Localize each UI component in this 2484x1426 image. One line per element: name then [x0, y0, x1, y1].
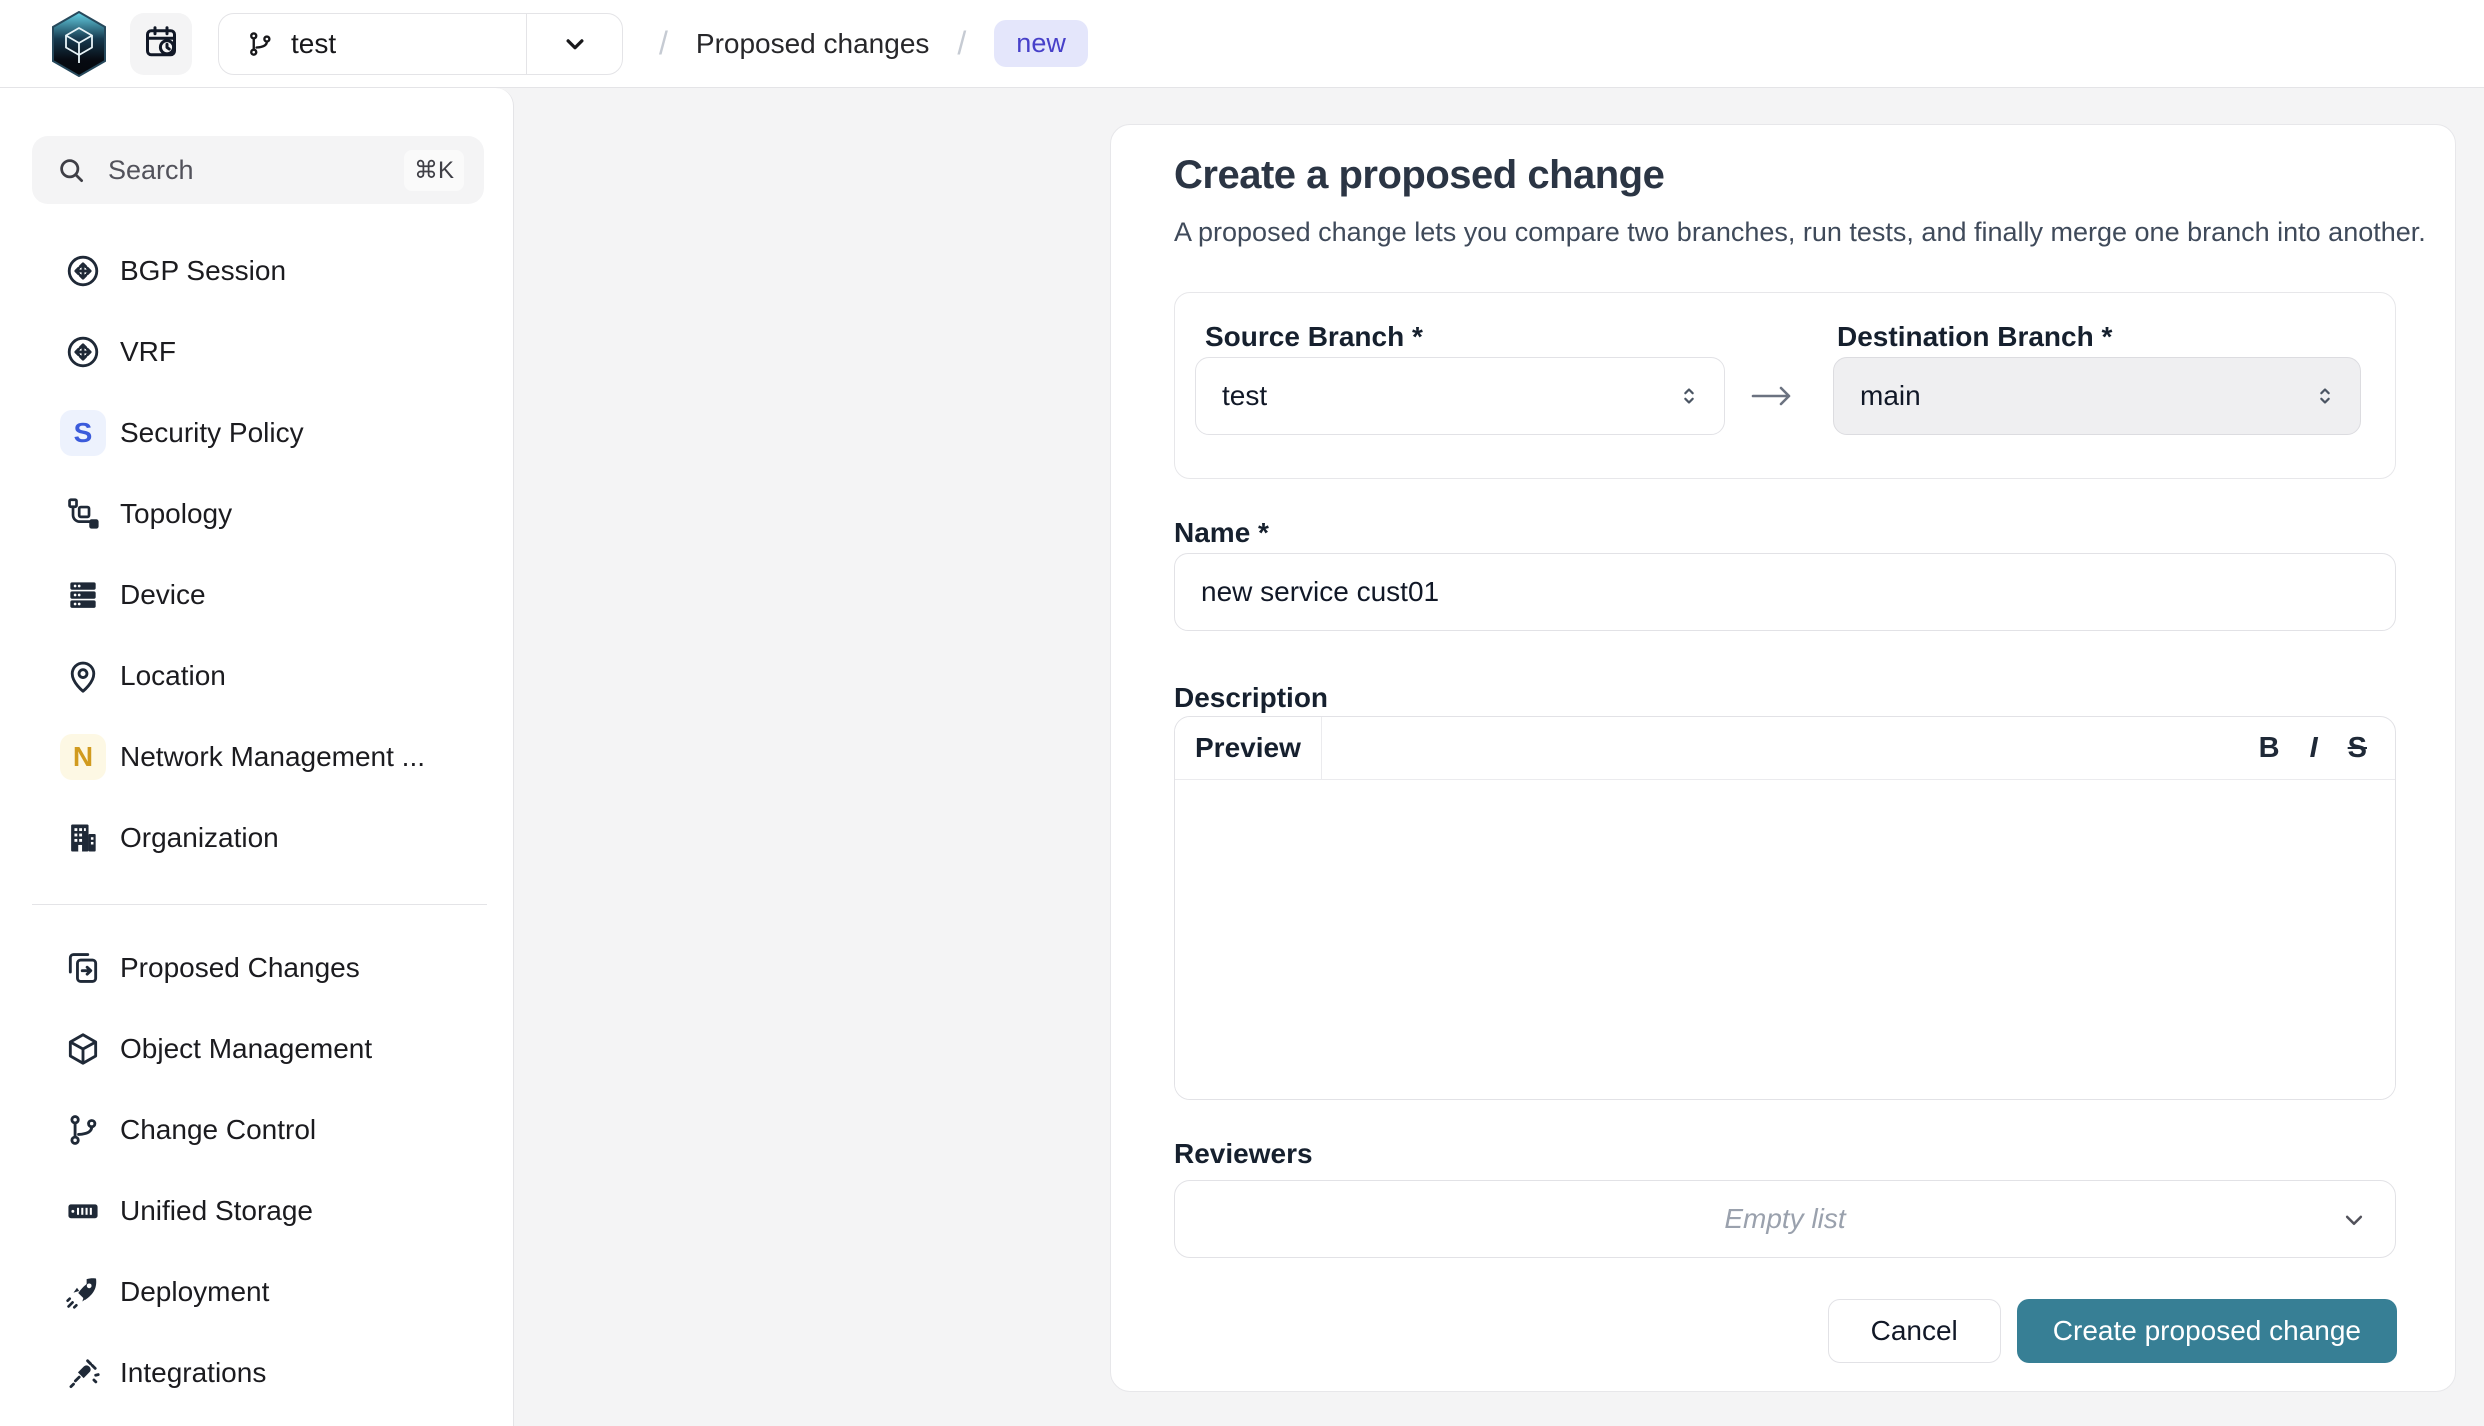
topology-icon — [60, 495, 106, 533]
italic-icon[interactable]: I — [2310, 732, 2318, 765]
form-actions: Cancel Create proposed change — [1828, 1299, 2397, 1363]
sidebar-item-label: BGP Session — [120, 255, 286, 287]
description-toolbar: Preview B I S — [1175, 717, 2395, 780]
cancel-button[interactable]: Cancel — [1828, 1299, 2001, 1363]
app-window: test / Proposed changes / new Search ⌘K — [0, 0, 2484, 1426]
sidebar-item-label: Deployment — [120, 1276, 269, 1308]
branch-name: test — [291, 28, 336, 60]
sidebar-item-label: Topology — [120, 498, 232, 530]
sidebar-item-bgp-session[interactable]: BGP Session — [0, 230, 513, 311]
rocket-icon — [60, 1273, 106, 1311]
destination-branch-select[interactable]: main — [1833, 357, 2361, 435]
sidebar-item-label: Object Management — [120, 1033, 372, 1065]
sidebar-item-device[interactable]: Device — [0, 554, 513, 635]
name-input[interactable] — [1174, 553, 2396, 631]
letter-badge-icon: N — [60, 734, 106, 780]
name-label: Name * — [1174, 517, 1269, 549]
sidebar-item-label: Unified Storage — [120, 1195, 313, 1227]
sidebar-item-label: Change Control — [120, 1114, 316, 1146]
sidebar-item-unified-storage[interactable]: Unified Storage — [0, 1170, 513, 1251]
merge-direction-arrow-icon — [1747, 381, 1797, 411]
route-circle-icon — [60, 252, 106, 290]
branch-selector-dropdown[interactable] — [526, 14, 622, 74]
sidebar-item-label: Organization — [120, 822, 279, 854]
letter-badge-icon: S — [60, 410, 106, 456]
plug-icon — [60, 1354, 106, 1392]
calendar-clock-icon — [143, 24, 179, 63]
map-pin-icon — [60, 657, 106, 695]
search-icon — [56, 155, 86, 185]
git-branch-icon — [245, 29, 275, 59]
breadcrumb-current-badge: new — [994, 20, 1088, 67]
breadcrumb-separator: / — [659, 25, 668, 62]
sidebar-item-network-management[interactable]: N Network Management ... — [0, 716, 513, 797]
sidebar-item-label: Integrations — [120, 1357, 266, 1389]
sidebar-item-label: VRF — [120, 336, 176, 368]
cube-icon — [60, 1030, 106, 1068]
sidebar-item-integrations[interactable]: Integrations — [0, 1332, 513, 1413]
sidebar-item-location[interactable]: Location — [0, 635, 513, 716]
reviewers-placeholder: Empty list — [1724, 1203, 1845, 1235]
description-label: Description — [1174, 682, 1328, 714]
sidebar-item-deployment[interactable]: Deployment — [0, 1251, 513, 1332]
destination-branch-label: Destination Branch * — [1837, 321, 2112, 353]
description-textarea[interactable] — [1175, 780, 2395, 1100]
chevron-down-icon — [2339, 1205, 2369, 1235]
page-title: Create a proposed change — [1174, 153, 1664, 198]
search-placeholder: Search — [108, 155, 404, 186]
search-shortcut: ⌘K — [404, 150, 464, 191]
top-bar: test / Proposed changes / new — [0, 0, 2484, 88]
sidebar-app-nav: Proposed Changes Object Management — [0, 927, 513, 1413]
sidebar-item-object-management[interactable]: Object Management — [0, 1008, 513, 1089]
route-circle-icon — [60, 333, 106, 371]
breadcrumb: / Proposed changes / new — [659, 20, 1088, 67]
sidebar-item-topology[interactable]: Topology — [0, 473, 513, 554]
sidebar-item-proposed-changes[interactable]: Proposed Changes — [0, 927, 513, 1008]
create-proposed-change-button[interactable]: Create proposed change — [2017, 1299, 2397, 1363]
branch-pair-box: Source Branch * test Destination Branch … — [1174, 292, 2396, 479]
sidebar-item-label: Location — [120, 660, 226, 692]
page-subtitle: A proposed change lets you compare two b… — [1174, 217, 2426, 248]
reviewers-select[interactable]: Empty list — [1174, 1180, 2396, 1258]
source-branch-select[interactable]: test — [1195, 357, 1725, 435]
schedule-button[interactable] — [130, 13, 192, 75]
sidebar-item-label: Security Policy — [120, 417, 304, 449]
breadcrumb-item-proposed-changes[interactable]: Proposed changes — [696, 28, 930, 60]
tab-preview[interactable]: Preview — [1175, 717, 1322, 779]
building-icon — [60, 819, 106, 857]
copy-diff-icon — [60, 949, 106, 987]
infrahub-logo-icon[interactable] — [50, 11, 108, 77]
updown-chevrons-icon — [1676, 383, 1702, 409]
storage-icon — [60, 1192, 106, 1230]
sidebar-object-nav: BGP Session VRF S Security Policy — [0, 230, 513, 878]
sidebar-item-change-control[interactable]: Change Control — [0, 1089, 513, 1170]
source-branch-value: test — [1222, 380, 1267, 412]
branch-selector-value[interactable]: test — [219, 14, 526, 74]
sidebar-item-vrf[interactable]: VRF — [0, 311, 513, 392]
server-icon — [60, 576, 106, 614]
chevron-down-icon — [560, 29, 590, 59]
destination-branch-value: main — [1860, 380, 1921, 412]
branch-selector: test — [218, 13, 623, 75]
git-branch-icon — [60, 1111, 106, 1149]
create-proposed-change-panel: Create a proposed change A proposed chan… — [1110, 124, 2456, 1392]
sidebar-item-label: Network Management ... — [120, 741, 425, 773]
search-input[interactable]: Search ⌘K — [32, 136, 484, 204]
sidebar-item-label: Device — [120, 579, 206, 611]
updown-chevrons-icon — [2312, 383, 2338, 409]
sidebar-item-organization[interactable]: Organization — [0, 797, 513, 878]
source-branch-label: Source Branch * — [1205, 321, 1423, 353]
sidebar-item-label: Proposed Changes — [120, 952, 360, 984]
breadcrumb-separator: / — [957, 25, 966, 62]
sidebar: Search ⌘K BGP Session — [0, 88, 514, 1426]
reviewers-label: Reviewers — [1174, 1138, 1313, 1170]
bold-icon[interactable]: B — [2259, 732, 2280, 765]
sidebar-divider — [32, 904, 487, 905]
description-editor: Preview B I S — [1174, 716, 2396, 1100]
strikethrough-icon[interactable]: S — [2348, 732, 2367, 765]
sidebar-item-security-policy[interactable]: S Security Policy — [0, 392, 513, 473]
